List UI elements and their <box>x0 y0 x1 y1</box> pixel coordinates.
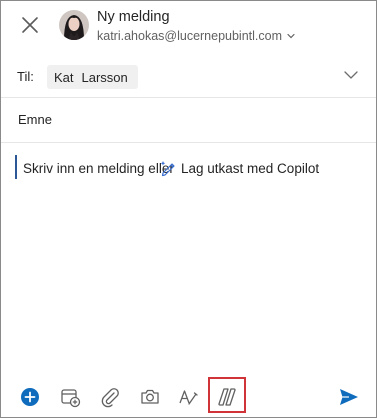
add-button[interactable] <box>17 384 43 410</box>
compose-header: Ny melding katri.ahokas@lucernepubintl.c… <box>1 1 376 53</box>
subject-row <box>1 98 376 143</box>
camera-button[interactable] <box>137 384 163 410</box>
camera-icon <box>141 389 159 404</box>
avatar-photo <box>59 10 89 40</box>
paperclip-icon <box>101 388 119 408</box>
chevron-down-icon <box>287 33 295 39</box>
compose-title: Ny melding <box>97 9 170 25</box>
to-label: Til: <box>17 69 34 84</box>
to-field-row: Til: Kat Larsson <box>1 57 376 98</box>
compose-toolbar <box>1 379 376 417</box>
pen-sparkle-icon <box>160 161 175 177</box>
body-placeholder: Skriv inn en melding eller <box>23 161 174 176</box>
format-text-button[interactable] <box>175 384 201 410</box>
attach-button[interactable] <box>97 384 123 410</box>
schedule-meeting-button[interactable] <box>57 384 83 410</box>
compose-window: Ny melding katri.ahokas@lucernepubintl.c… <box>0 0 377 418</box>
recipient-chip[interactable]: Kat Larsson <box>47 65 138 89</box>
add-circle-icon <box>21 388 39 406</box>
avatar[interactable] <box>59 10 89 40</box>
calendar-add-icon <box>61 389 81 408</box>
send-button[interactable] <box>336 384 362 410</box>
recipient-first-name: Kat <box>54 69 74 85</box>
chevron-down-icon[interactable] <box>343 67 359 83</box>
close-button[interactable] <box>15 10 45 40</box>
account-email: katri.ahokas@lucernepubintl.com <box>97 29 283 43</box>
recipient-last-name: Larsson <box>81 69 128 85</box>
draft-with-copilot-label: Lag utkast med Copilot <box>181 160 320 176</box>
draft-with-copilot-link[interactable]: Lag utkast med Copilot <box>159 159 319 177</box>
text-format-icon <box>179 390 198 405</box>
close-icon <box>22 17 38 33</box>
send-icon <box>340 389 358 405</box>
account-selector[interactable]: katri.ahokas@lucernepubintl.com <box>97 29 296 43</box>
subject-input[interactable] <box>18 112 348 127</box>
copilot-highlight-box <box>208 377 246 413</box>
text-cursor <box>15 155 17 179</box>
